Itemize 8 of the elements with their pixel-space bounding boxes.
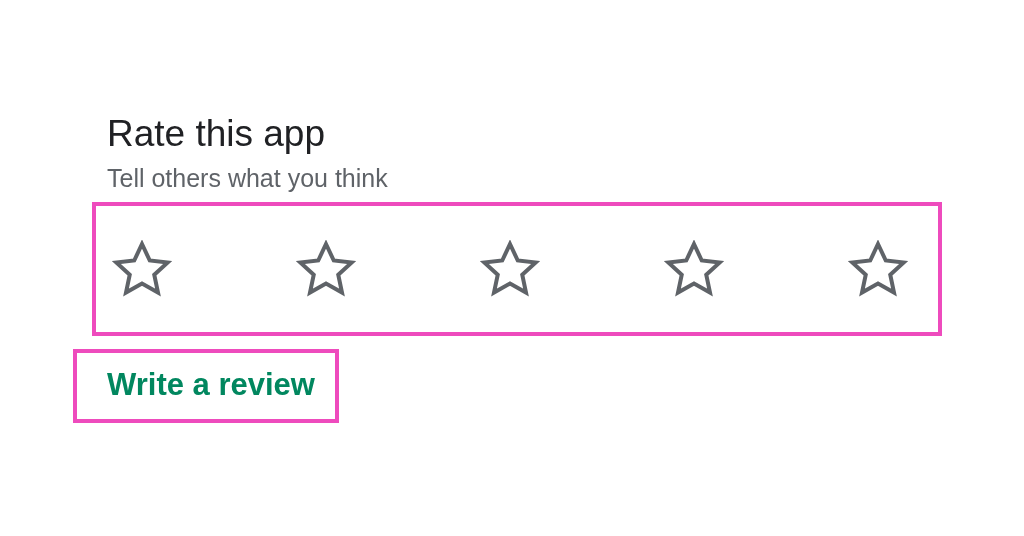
star-icon[interactable] bbox=[848, 240, 908, 298]
section-title: Rate this app bbox=[107, 112, 327, 156]
star-icon[interactable] bbox=[112, 240, 172, 298]
star-icon[interactable] bbox=[480, 240, 540, 298]
star-icon[interactable] bbox=[296, 240, 356, 298]
section-subtitle: Tell others what you think bbox=[107, 163, 389, 194]
star-icon[interactable] bbox=[664, 240, 724, 298]
write-review-link[interactable]: Write a review bbox=[73, 349, 339, 423]
